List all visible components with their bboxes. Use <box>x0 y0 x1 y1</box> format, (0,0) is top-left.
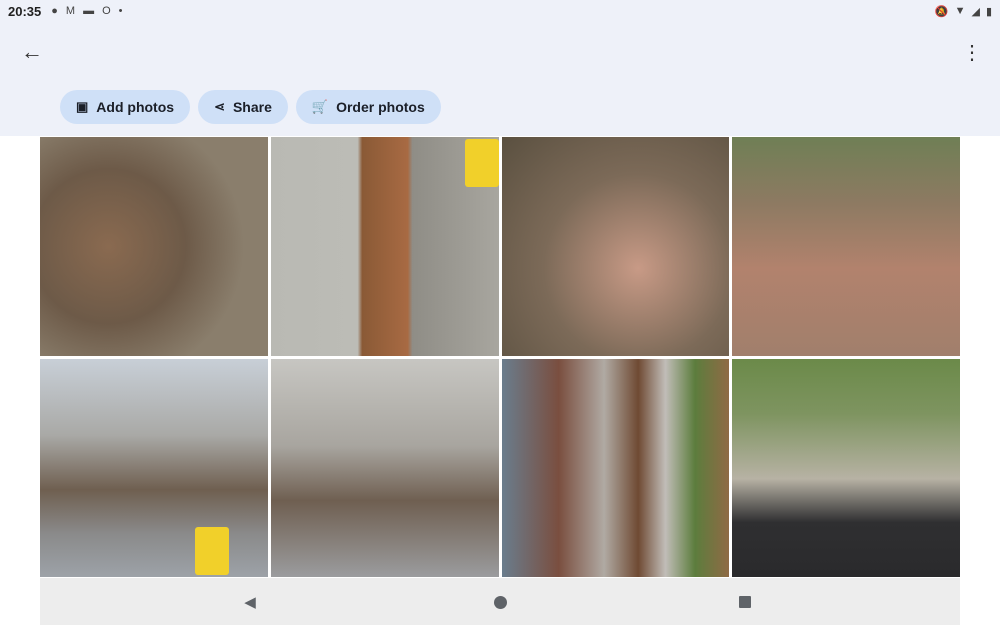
add-photo-icon: ▣ <box>76 99 89 114</box>
battery-saver-icon: ▬ <box>83 5 95 17</box>
status-left-icons: ● M ▬ O • <box>51 5 122 17</box>
add-photos-button[interactable]: ▣ Add photos <box>60 90 191 124</box>
photo-pool-equipment-wall[interactable] <box>270 358 499 577</box>
gmail-icon: M <box>65 5 76 17</box>
photo-house-trench-bricks[interactable] <box>501 358 730 577</box>
nav-recents-icon[interactable] <box>735 592 755 612</box>
dot-icon: • <box>118 5 123 17</box>
more-vert-icon[interactable]: ⋮ <box>962 38 982 66</box>
photo-yard-trees[interactable] <box>732 137 960 356</box>
share-icon: ⋖ <box>214 99 225 114</box>
arrow-back-icon[interactable]: ← <box>18 38 46 66</box>
photo-patio-ac-unit[interactable] <box>732 358 960 577</box>
photo-grid <box>40 137 960 577</box>
yellow-bucket <box>464 139 499 187</box>
share-label: Share <box>232 99 272 115</box>
action-chips: ▣ Add photos ⋖ Share 🛒 Order photos <box>60 90 441 124</box>
battery-icon: ▮ <box>985 5 992 18</box>
share-button[interactable]: ⋖ Share <box>198 90 288 124</box>
system-nav-bar: ◀ <box>40 578 960 625</box>
status-time: 20:35 <box>8 3 42 19</box>
status-bar: 20:35 ● M ▬ O • 🔕 ▼ ◢ ▮ <box>0 0 1000 22</box>
notifications-off-icon: 🔕 <box>934 5 949 18</box>
nav-home-icon[interactable] <box>490 592 510 612</box>
nav-back-icon[interactable]: ◀ <box>240 592 260 612</box>
order-photos-button[interactable]: 🛒 Order photos <box>295 90 441 124</box>
photo-rocks-red-soil[interactable] <box>501 137 730 356</box>
yellow-bucket <box>195 527 229 575</box>
order-photos-label: Order photos <box>336 99 425 115</box>
photo-person-concrete[interactable] <box>270 137 499 356</box>
cart-icon: 🛒 <box>311 99 329 114</box>
wifi-icon: ▼ <box>954 5 966 17</box>
signal-icon: ◢ <box>971 5 980 18</box>
app-bar: ← ⋮ ▣ Add photos ⋖ Share 🛒 Order photos <box>0 22 1000 136</box>
chat-icon: ● <box>51 5 58 17</box>
opera-icon: O <box>102 5 111 17</box>
status-right-icons: 🔕 ▼ ◢ ▮ <box>935 5 992 18</box>
add-photos-label: Add photos <box>96 99 175 115</box>
photo-pool-equipment-blocks[interactable] <box>40 358 268 577</box>
photo-trench-dirt[interactable] <box>40 137 268 356</box>
